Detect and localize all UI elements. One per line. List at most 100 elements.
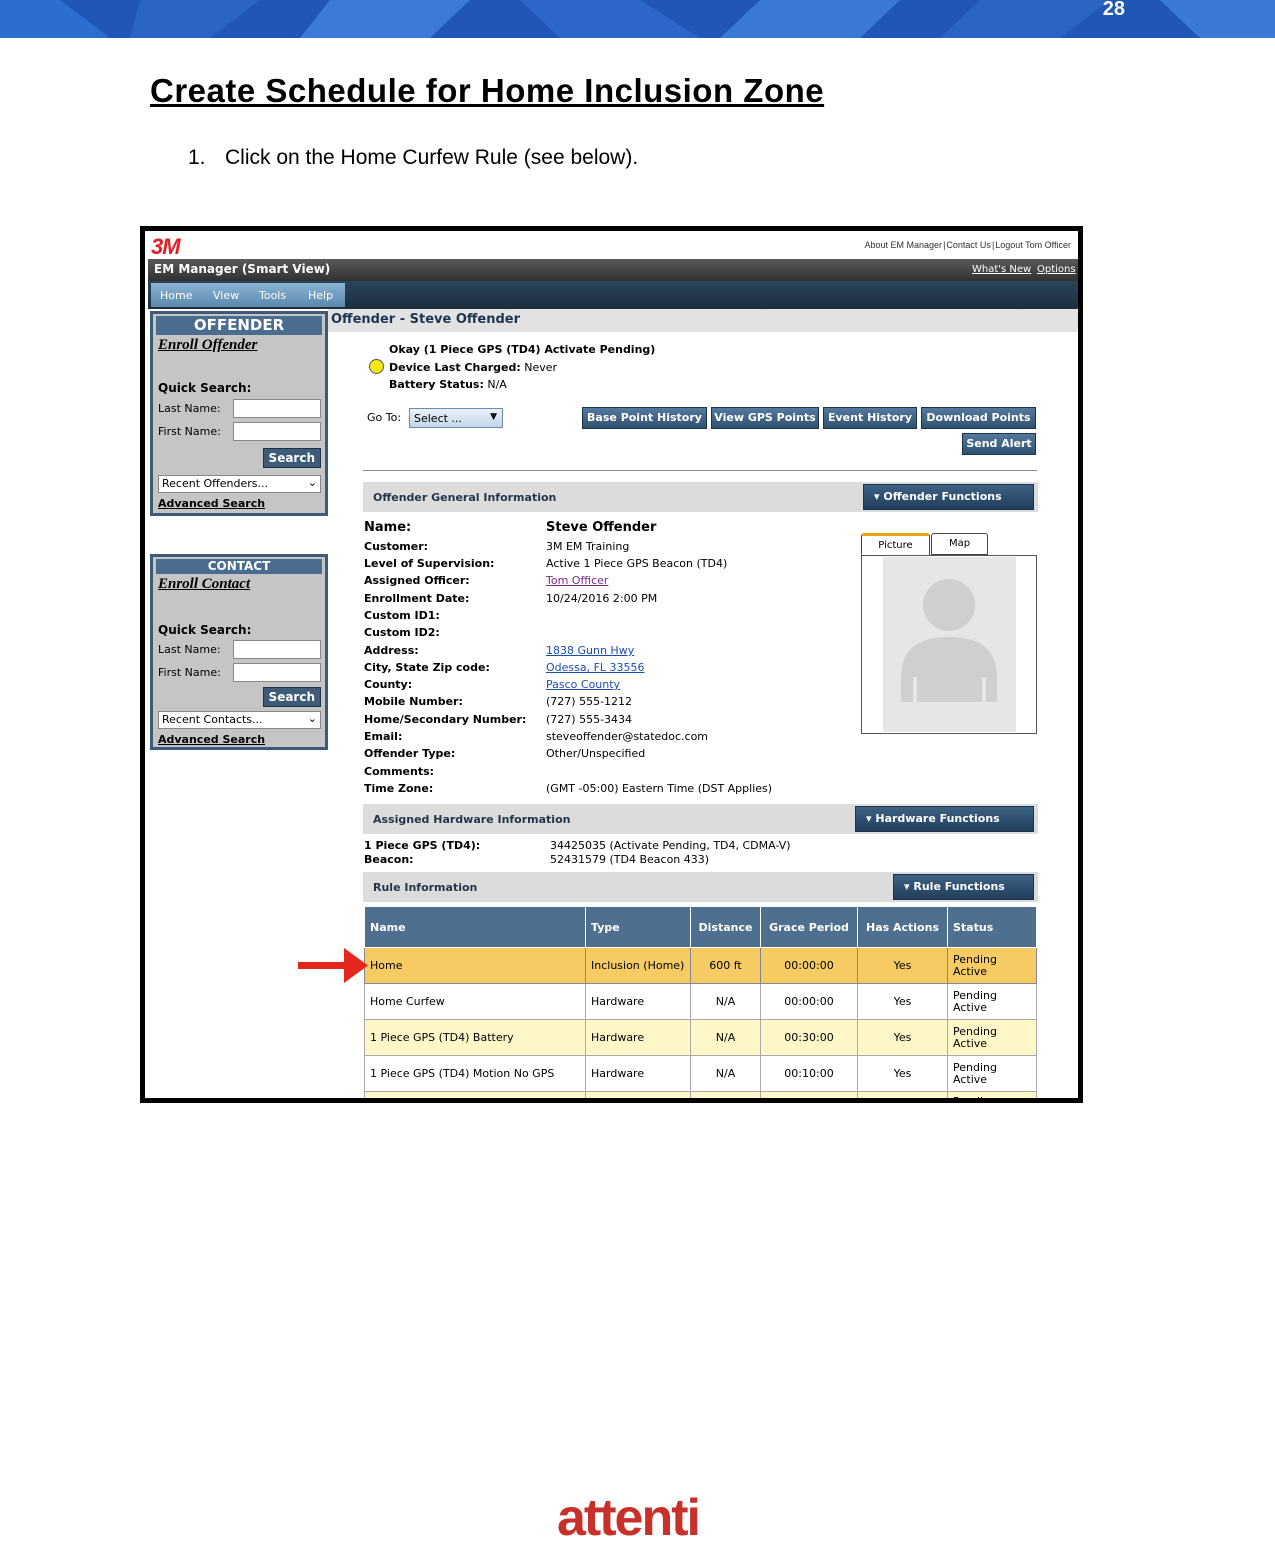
contact-us-link[interactable]: Contact Us [946,240,991,250]
col-status[interactable]: Status [947,906,1037,948]
options-link[interactable]: Options [1037,264,1076,275]
city-state-zip-link[interactable]: Odessa, FL 33556 [546,661,645,674]
status-line: Okay (1 Piece GPS (TD4) Activate Pending… [389,343,655,356]
offender-last-name-input[interactable] [233,399,321,418]
goto-select[interactable]: Select ... ▼ [409,408,503,428]
info-value: (727) 555-1212 [546,695,633,708]
offender-functions-button[interactable]: ▾ Offender Functions [863,484,1034,510]
event-history-button[interactable]: Event History [823,407,917,429]
county-link[interactable]: Pasco County [546,678,620,691]
col-grace-period[interactable]: Grace Period [760,906,858,948]
device-charged-value: Never [524,361,558,374]
page-number: 28 [1102,0,1125,20]
rules-table: Name Type Distance Grace Period Has Acti… [364,906,1037,1098]
attenti-logo: attenti [557,1489,701,1547]
assigned-officer-link[interactable]: Tom Officer [546,574,608,587]
contact-search-button[interactable]: Search [262,687,321,707]
rule-type: Hardware [585,983,691,1020]
enroll-contact-link[interactable]: Enroll Contact [158,576,325,593]
battery-status-value: N/A [487,378,507,391]
caret-down-icon: ▾ [904,880,910,893]
table-row[interactable]: Home Curfew Hardware N/A 00:00:00 Yes Pe… [364,983,1037,1020]
col-has-actions[interactable]: Has Actions [857,906,948,948]
info-key: Home/Secondary Number: [364,713,527,726]
rule-status: Pending Active [947,947,1037,984]
rule-actions: Yes [857,947,948,984]
rules-header-row: Name Type Distance Grace Period Has Acti… [364,906,1037,948]
about-link[interactable]: About EM Manager [865,240,943,250]
offender-search-button[interactable]: Search [262,448,321,468]
rule-type: Hardware [585,1055,691,1092]
goto-label: Go To: [367,411,402,424]
offender-general-info-section: Offender General Information ▾ Offender … [363,482,1038,512]
hardware-value: 34425035 (Activate Pending, TD4, CDMA-V) [550,839,791,852]
table-row[interactable]: 1 Piece GPS (TD4) Motion No GPS Hardware… [364,1055,1037,1092]
tab-picture[interactable]: Picture [861,533,930,555]
enroll-offender-link[interactable]: Enroll Offender [158,337,325,354]
send-alert-button[interactable]: Send Alert [962,433,1036,455]
rule-status: Pending Active [947,1055,1037,1092]
table-row[interactable]: Home Inclusion (Home) 600 ft 00:00:00 Ye… [364,947,1037,984]
offender-header: OFFENDER [156,316,322,335]
first-name-label: First Name: [158,425,221,438]
menu-view[interactable]: View [213,289,239,302]
offender-first-name-input[interactable] [233,422,321,441]
logout-link[interactable]: Logout Tom Officer [995,240,1071,250]
info-value: Active 1 Piece GPS Beacon (TD4) [546,557,728,570]
base-point-history-button[interactable]: Base Point History [582,407,707,429]
menu-group: Home View Tools Help [151,283,345,307]
recent-offenders-select[interactable]: Recent Offenders... ⌄ [158,475,321,493]
contact-advanced-search-link[interactable]: Advanced Search [158,733,265,746]
contact-first-name-input[interactable] [233,663,321,682]
contact-last-name-input[interactable] [233,640,321,659]
menu-home[interactable]: Home [160,289,192,302]
col-name[interactable]: Name [364,906,586,948]
download-points-button[interactable]: Download Points [921,407,1036,429]
rule-grace: 00:10:00 [760,1055,858,1092]
info-key: Assigned Officer: [364,574,470,587]
info-key: Enrollment Date: [364,592,470,605]
rule-name: 1 Piece GPS (TD4) Battery [364,1019,586,1056]
battery-status: Battery Status: N/A [389,378,507,391]
rule-status: Pending Active [947,1019,1037,1056]
rule-status: Pending [947,1091,1037,1098]
contact-last-name-label: Last Name: [158,643,221,656]
rule-functions-button[interactable]: ▾ Rule Functions [893,874,1034,900]
col-type[interactable]: Type [585,906,691,948]
offender-sidebox: OFFENDER Enroll Offender Quick Search: L… [150,311,328,516]
tab-map[interactable]: Map [931,533,988,555]
rule-distance: 600 ft [690,947,761,984]
red-arrow-icon [298,948,368,983]
recent-contacts-value: Recent Contacts... [162,713,263,726]
menu-tools[interactable]: Tools [259,289,286,302]
dropdown-arrow-icon: ▼ [490,412,497,422]
table-row[interactable]: Pending [364,1091,1037,1098]
rule-grace: 00:30:00 [760,1019,858,1056]
info-key: Name: [364,520,412,535]
col-distance[interactable]: Distance [690,906,761,948]
view-gps-points-button[interactable]: View GPS Points [711,407,819,429]
whats-new-link[interactable]: What's New [972,264,1031,275]
recent-contacts-select[interactable]: Recent Contacts... ⌄ [158,711,321,729]
banner-graphic [0,0,1275,38]
menu-bar: Home View Tools Help [148,281,1078,309]
rule-name: Home Curfew [364,983,586,1020]
address-link[interactable]: 1838 Gunn Hwy [546,644,634,657]
rule-grace [760,1091,858,1098]
hardware-value: 52431579 (TD4 Beacon 433) [550,853,710,866]
rule-distance: N/A [690,1019,761,1056]
menu-help[interactable]: Help [308,289,333,302]
contact-header: CONTACT [156,559,322,574]
table-row[interactable]: 1 Piece GPS (TD4) Battery Hardware N/A 0… [364,1019,1037,1056]
offender-advanced-search-link[interactable]: Advanced Search [158,497,265,510]
info-value: steveoffender@statedoc.com [546,730,709,743]
em-manager-screenshot: 3M About EM Manager|Contact Us|Logout To… [140,226,1083,1103]
chevron-down-icon: ⌄ [307,476,317,489]
rule-name [364,1091,586,1098]
rule-name: 1 Piece GPS (TD4) Motion No GPS [364,1055,586,1092]
info-key: Custom ID2: [364,626,440,639]
rule-type: Inclusion (Home) [585,947,691,984]
device-charged: Device Last Charged: Never [389,361,557,374]
rule-functions-label: Rule Functions [913,880,1005,893]
hardware-functions-button[interactable]: ▾ Hardware Functions [855,806,1034,832]
